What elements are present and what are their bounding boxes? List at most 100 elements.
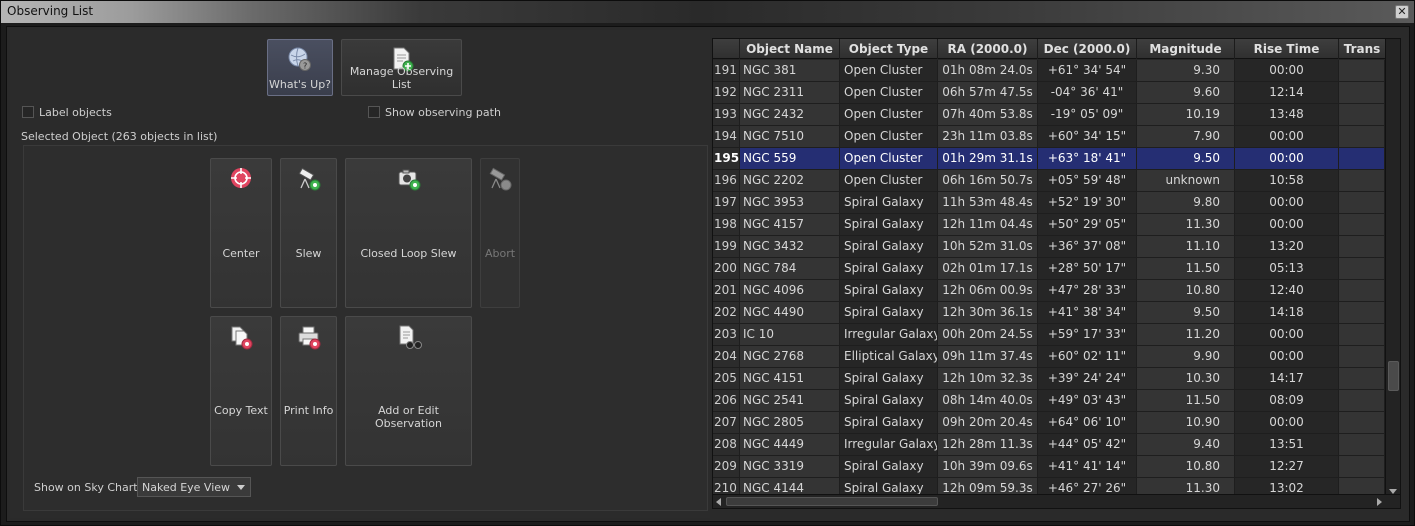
table-row[interactable]: 198 NGC 4157 Spiral Galaxy 12h 11m 04.4s +50… <box>713 214 1385 236</box>
copy-text-label: Copy Text <box>214 404 268 417</box>
crosshair-target-icon <box>229 166 253 193</box>
table-row[interactable]: 199 NGC 3432 Spiral Galaxy 10h 52m 31.0s +36… <box>713 236 1385 258</box>
column-transit[interactable]: Trans <box>1339 39 1385 59</box>
rise-time-cell: 12:27 <box>1235 456 1339 478</box>
slew-button[interactable]: Slew <box>280 158 337 308</box>
scroll-right-icon[interactable] <box>1377 498 1382 506</box>
table-row[interactable]: 200 NGC 784 Spiral Galaxy 02h 01m 17.1s +28°… <box>713 258 1385 280</box>
camera-go-icon <box>396 166 422 195</box>
table-row[interactable]: 206 NGC 2541 Spiral Galaxy 08h 14m 40.0s +49… <box>713 390 1385 412</box>
rise-time-cell: 00:00 <box>1235 60 1339 82</box>
closed-loop-slew-button[interactable]: Closed Loop Slew <box>345 158 472 308</box>
object-name-cell: NGC 559 <box>740 148 840 170</box>
transit-cell <box>1339 236 1385 258</box>
transit-cell <box>1339 302 1385 324</box>
center-button[interactable]: Center <box>210 158 272 308</box>
table-row[interactable]: 204 NGC 2768 Elliptical Galaxy 09h 11m 37.4… <box>713 346 1385 368</box>
object-name-cell: NGC 3432 <box>740 236 840 258</box>
object-name-cell: NGC 4151 <box>740 368 840 390</box>
table-row[interactable]: 203 IC 10 Irregular Galaxy 00h 20m 24.5s +59… <box>713 324 1385 346</box>
scroll-left-icon[interactable] <box>716 498 721 506</box>
table-row[interactable]: 201 NGC 4096 Spiral Galaxy 12h 06m 00.9s +47… <box>713 280 1385 302</box>
vertical-scroll-thumb[interactable] <box>1388 361 1399 391</box>
column-object-name[interactable]: Object Name <box>740 39 840 59</box>
show-observing-path-checkbox[interactable] <box>368 106 380 118</box>
object-name-cell: NGC 3319 <box>740 456 840 478</box>
ra-cell: 12h 30m 36.1s <box>938 302 1038 324</box>
table-row[interactable]: 194 NGC 7510 Open Cluster 23h 11m 03.8s +60°… <box>713 126 1385 148</box>
table-row[interactable]: 209 NGC 3319 Spiral Galaxy 10h 39m 09.6s +41… <box>713 456 1385 478</box>
magnitude-cell: 10.19 <box>1137 104 1235 126</box>
object-type-cell: Open Cluster <box>840 170 938 192</box>
table-row[interactable]: 192 NGC 2311 Open Cluster 06h 57m 47.5s -04°… <box>713 82 1385 104</box>
transit-cell <box>1339 434 1385 456</box>
table-row[interactable]: 193 NGC 2432 Open Cluster 07h 40m 53.8s -19°… <box>713 104 1385 126</box>
column-rise-time[interactable]: Rise Time <box>1235 39 1339 59</box>
magnitude-cell: 10.30 <box>1137 368 1235 390</box>
row-number: 203 <box>713 324 740 346</box>
row-number: 209 <box>713 456 740 478</box>
object-type-cell: Irregular Galaxy <box>840 434 938 456</box>
object-name-cell: NGC 4096 <box>740 280 840 302</box>
magnitude-cell: 9.50 <box>1137 302 1235 324</box>
transit-cell <box>1339 60 1385 82</box>
table-header: Object Name Object Type RA (2000.0) Dec … <box>713 39 1385 59</box>
transit-cell <box>1339 346 1385 368</box>
object-name-cell: NGC 3953 <box>740 192 840 214</box>
row-number: 201 <box>713 280 740 302</box>
object-type-cell: Spiral Galaxy <box>840 302 938 324</box>
rise-time-cell: 13:48 <box>1235 104 1339 126</box>
ra-cell: 12h 10m 32.3s <box>938 368 1038 390</box>
dec-cell: +41° 38' 34" <box>1038 302 1137 324</box>
copy-text-button[interactable]: Copy Text <box>210 316 272 466</box>
transit-cell <box>1339 148 1385 170</box>
center-label: Center <box>222 247 260 260</box>
transit-cell <box>1339 280 1385 302</box>
table-row[interactable]: 191 NGC 381 Open Cluster 01h 08m 24.0s +61° … <box>713 60 1385 82</box>
whats-up-button[interactable]: ? What's Up? <box>267 39 333 96</box>
magnitude-cell: 11.10 <box>1137 236 1235 258</box>
title-bar[interactable]: Observing List ✕ <box>1 1 1414 23</box>
table-row[interactable]: 196 NGC 2202 Open Cluster 06h 16m 50.7s +05°… <box>713 170 1385 192</box>
table-row[interactable]: 207 NGC 2805 Spiral Galaxy 09h 20m 20.4s +64… <box>713 412 1385 434</box>
table-row[interactable]: 205 NGC 4151 Spiral Galaxy 12h 10m 32.3s +39… <box>713 368 1385 390</box>
dec-cell: +39° 24' 24" <box>1038 368 1137 390</box>
ra-cell: 06h 57m 47.5s <box>938 82 1038 104</box>
abort-button[interactable]: Abort <box>480 158 520 308</box>
table-row[interactable]: 208 NGC 4449 Irregular Galaxy 12h 28m 11.3s… <box>713 434 1385 456</box>
row-number-header <box>713 39 740 59</box>
print-info-button[interactable]: Print Info <box>280 316 337 466</box>
table-row[interactable]: 197 NGC 3953 Spiral Galaxy 11h 53m 48.4s +52… <box>713 192 1385 214</box>
object-name-cell: NGC 381 <box>740 60 840 82</box>
closed-loop-slew-label: Closed Loop Slew <box>360 247 457 260</box>
add-edit-observation-button[interactable]: Add or Edit Observation <box>345 316 472 466</box>
sky-chart-select[interactable]: Naked Eye View <box>137 477 251 497</box>
object-type-cell: Spiral Galaxy <box>840 412 938 434</box>
vertical-scrollbar[interactable] <box>1385 39 1400 496</box>
transit-cell <box>1339 104 1385 126</box>
row-number: 192 <box>713 82 740 104</box>
object-type-cell: Irregular Galaxy <box>840 324 938 346</box>
row-number: 194 <box>713 126 740 148</box>
table-row[interactable]: 195 NGC 559 Open Cluster 01h 29m 31.1s +63° … <box>713 148 1385 170</box>
object-name-cell: NGC 4157 <box>740 214 840 236</box>
horizontal-scrollbar[interactable] <box>713 494 1400 508</box>
dec-cell: +63° 18' 41" <box>1038 148 1137 170</box>
left-panel: ? What's Up? Manage Observing List Label… <box>10 30 710 518</box>
manage-observing-list-label: Manage Observing List <box>349 65 454 91</box>
copy-document-icon <box>228 324 254 353</box>
rise-time-cell: 13:20 <box>1235 236 1339 258</box>
object-name-cell: NGC 2805 <box>740 412 840 434</box>
object-type-cell: Spiral Galaxy <box>840 456 938 478</box>
column-object-type[interactable]: Object Type <box>840 39 938 59</box>
label-objects-checkbox[interactable] <box>22 106 34 118</box>
column-dec[interactable]: Dec (2000.0) <box>1038 39 1137 59</box>
close-button[interactable]: ✕ <box>1395 5 1409 19</box>
column-ra[interactable]: RA (2000.0) <box>938 39 1038 59</box>
column-magnitude[interactable]: Magnitude <box>1137 39 1235 59</box>
manage-observing-list-button[interactable]: Manage Observing List <box>341 39 462 96</box>
svg-text:?: ? <box>303 62 307 71</box>
ra-cell: 02h 01m 17.1s <box>938 258 1038 280</box>
horizontal-scroll-thumb[interactable] <box>726 497 938 506</box>
table-row[interactable]: 202 NGC 4490 Spiral Galaxy 12h 30m 36.1s +41… <box>713 302 1385 324</box>
